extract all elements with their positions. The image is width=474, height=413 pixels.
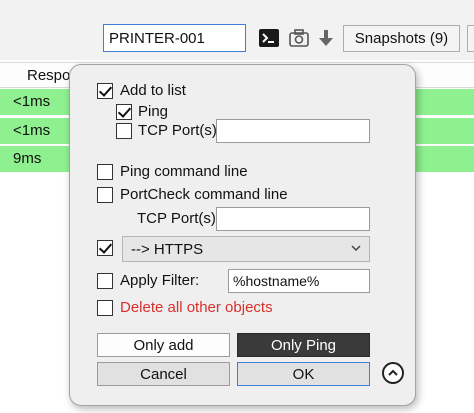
add-to-list-label: Add to list xyxy=(120,82,186,99)
ping-command-line-checkbox[interactable] xyxy=(97,164,113,180)
ping-checkbox[interactable] xyxy=(116,104,132,120)
apply-filter-checkbox[interactable] xyxy=(97,273,113,289)
chevron-down-icon xyxy=(351,245,361,252)
ping-command-line-label: Ping command line xyxy=(120,163,248,180)
tcp-ports-field[interactable] xyxy=(216,119,370,143)
add-to-list-popup: Add to list Ping TCP Port(s): Ping comma… xyxy=(69,64,416,406)
filter-field[interactable] xyxy=(228,269,370,293)
ping-label: Ping xyxy=(138,103,169,120)
tcp-ports-label: TCP Port(s): xyxy=(138,122,222,139)
only-ping-button[interactable]: Only Ping xyxy=(237,333,370,357)
https-select-value: --> HTTPS xyxy=(131,241,204,258)
camera-icon[interactable] xyxy=(288,27,310,49)
host-input[interactable] xyxy=(103,24,246,52)
response-cell: <1ms xyxy=(13,122,51,139)
response-cell: 9ms xyxy=(13,150,42,167)
portcheck-tcp-ports-field[interactable] xyxy=(216,207,370,231)
toolbar-edge-button[interactable] xyxy=(467,25,474,52)
column-header-label: Respo xyxy=(27,67,71,84)
portcheck-tcp-ports-label: TCP Port(s): xyxy=(137,210,221,227)
https-checkbox[interactable] xyxy=(97,240,113,256)
download-arrow-icon[interactable] xyxy=(315,27,337,49)
delete-others-label: Delete all other objects xyxy=(120,299,273,316)
apply-filter-label: Apply Filter: xyxy=(120,272,200,289)
toolbar: Snapshots (9) xyxy=(0,0,474,60)
response-cell: <1ms xyxy=(13,93,51,110)
delete-others-checkbox[interactable] xyxy=(97,300,113,316)
https-select[interactable]: --> HTTPS xyxy=(122,236,370,262)
terminal-icon[interactable] xyxy=(258,27,280,49)
ok-button[interactable]: OK xyxy=(237,362,370,386)
snapshots-button[interactable]: Snapshots (9) xyxy=(343,25,460,52)
tcp-ports-checkbox[interactable] xyxy=(116,123,132,139)
portcheck-command-line-checkbox[interactable] xyxy=(97,187,113,203)
portcheck-command-line-label: PortCheck command line xyxy=(120,186,288,203)
only-add-button[interactable]: Only add xyxy=(97,333,230,357)
cancel-button[interactable]: Cancel xyxy=(97,362,230,386)
chevron-up-icon[interactable] xyxy=(382,362,404,384)
add-to-list-checkbox[interactable] xyxy=(97,83,113,99)
